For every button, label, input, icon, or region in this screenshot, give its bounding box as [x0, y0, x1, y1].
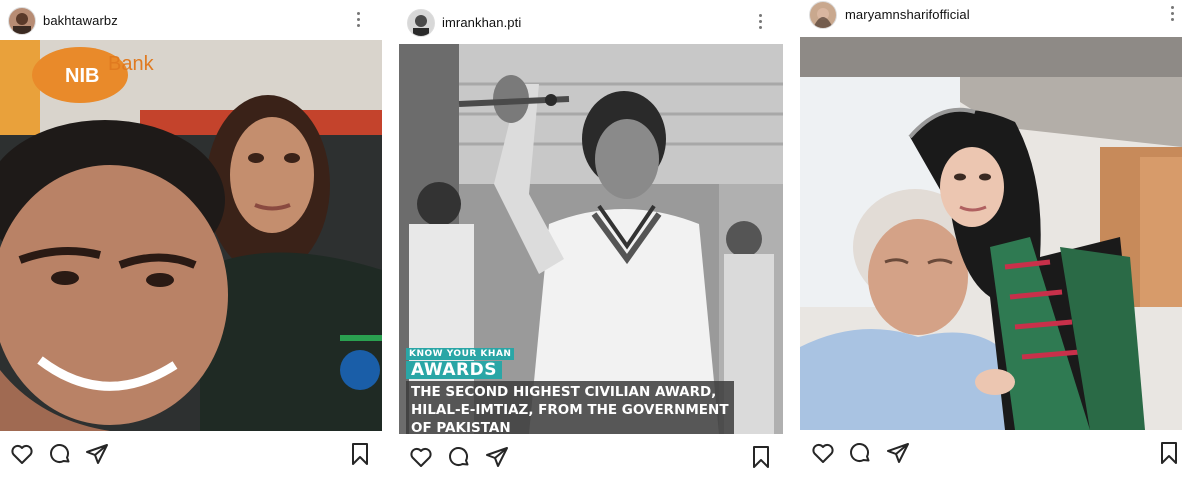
post-photo[interactable]: KNOW YOUR KHAN AWARDS THE SECOND HIGHEST… [399, 44, 783, 434]
comment-icon[interactable] [447, 445, 471, 469]
post-photo[interactable]: NIB Bank [0, 40, 382, 431]
more-options-icon[interactable] [356, 12, 360, 28]
svg-text:Bank: Bank [108, 53, 155, 75]
overlay-text: THE SECOND HIGHEST CIVILIAN AWARD, HILAL… [406, 381, 734, 434]
post-actions [800, 439, 1182, 479]
username[interactable]: bakhtawarbz [43, 13, 118, 28]
bookmark-icon[interactable] [1157, 441, 1181, 465]
share-icon[interactable] [485, 445, 509, 469]
share-icon[interactable] [85, 442, 109, 466]
comment-icon[interactable] [48, 442, 72, 466]
overlay-kicker: KNOW YOUR KHAN [406, 348, 515, 360]
post-photo[interactable] [800, 37, 1182, 430]
bookmark-icon[interactable] [348, 442, 372, 466]
more-options-icon[interactable] [758, 14, 762, 30]
heart-icon[interactable] [811, 441, 835, 465]
post-actions [399, 443, 783, 483]
heart-icon[interactable] [10, 442, 34, 466]
username[interactable]: maryamnsharifofficial [845, 7, 970, 22]
banner-text: NIB [65, 65, 99, 87]
post-card-1: bakhtawarbz NIB Bank [0, 0, 382, 475]
comment-icon[interactable] [848, 441, 872, 465]
overlay-heading: AWARDS [406, 361, 502, 379]
avatar[interactable] [407, 9, 435, 37]
post-card-3: maryamnsharifofficial [800, 0, 1182, 475]
heart-icon[interactable] [409, 445, 433, 469]
bookmark-icon[interactable] [749, 445, 773, 469]
avatar[interactable] [809, 1, 837, 29]
share-icon[interactable] [886, 441, 910, 465]
post-actions [0, 440, 382, 480]
more-options-icon[interactable] [1170, 6, 1174, 22]
avatar[interactable] [8, 7, 36, 35]
post-card-2: imrankhan.pti KNOW YOUR KHAN AWARDS THE … [399, 0, 783, 475]
post-header: maryamnsharifofficial [800, 0, 1182, 40]
post-header: imrankhan.pti [399, 0, 783, 40]
award-overlay: KNOW YOUR KHAN AWARDS THE SECOND HIGHEST… [406, 343, 746, 434]
username[interactable]: imrankhan.pti [442, 15, 521, 30]
post-header: bakhtawarbz [0, 0, 382, 40]
